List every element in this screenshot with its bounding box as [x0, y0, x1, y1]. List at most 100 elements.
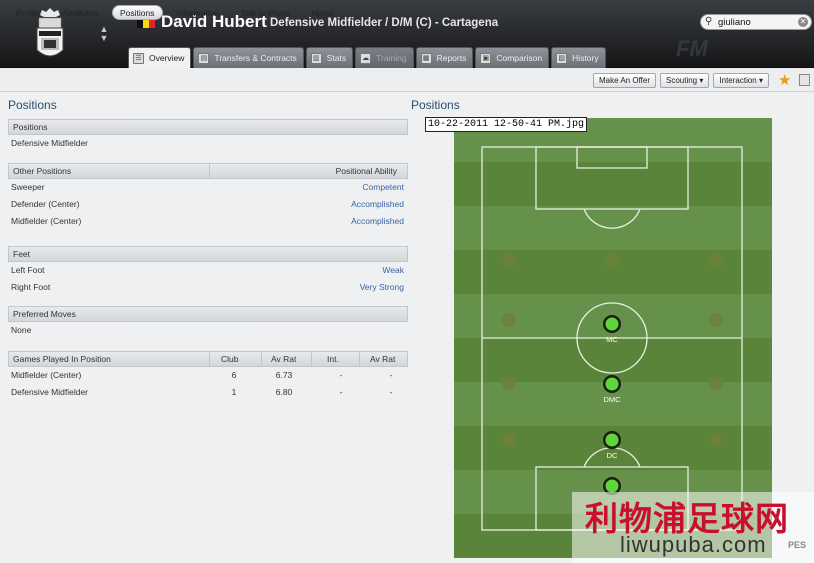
position-spot-inactive[interactable] — [502, 253, 516, 267]
position-spot-inactive[interactable] — [709, 253, 723, 267]
games-header: Games Played In Position Club Av Rat Int… — [8, 351, 408, 367]
column-divider — [209, 352, 210, 366]
history-icon: ▧ — [556, 52, 568, 64]
subnav-notes[interactable]: Notes — [304, 5, 342, 20]
training-icon: ☁ — [360, 52, 372, 64]
games-col-int[interactable]: Int. — [327, 352, 339, 366]
subnav-information[interactable]: Information — [169, 5, 228, 20]
feet-panel: Feet Left Foot Weak Right Foot Very Strong — [8, 246, 408, 296]
position-label-dc: DC — [607, 451, 618, 460]
feet-header: Feet — [8, 246, 408, 262]
image-filename-tag: 10-22-2011 12-50-41 PM.jpg — [425, 117, 588, 132]
other-positions-title: Other Positions — [13, 166, 72, 176]
tab-training[interactable]: ☁ Training — [355, 47, 414, 68]
position-spot-active[interactable] — [605, 317, 619, 331]
position-ability: Accomplished — [351, 216, 404, 226]
reports-icon: ▦ — [420, 52, 432, 64]
feet-list: Left Foot Weak Right Foot Very Strong — [8, 262, 408, 296]
subnav-profile[interactable]: Profile — [8, 5, 48, 20]
position-spot-active[interactable] — [605, 433, 619, 447]
games-row: Midfielder (Center) 6 6.73 - - — [8, 367, 408, 384]
foot-value: Very Strong — [359, 282, 404, 292]
games-col-avrat[interactable]: Av Rat — [271, 352, 296, 366]
chevron-down-icon: ▾ — [758, 76, 763, 85]
pes-watermark: PES — [788, 540, 807, 550]
games-club: 6 — [231, 370, 237, 380]
position-label-dmc: DMC — [603, 395, 621, 404]
tab-comparison[interactable]: ▣ Comparison — [475, 47, 550, 68]
make-offer-button[interactable]: Make An Offer — [593, 73, 656, 88]
column-divider — [359, 352, 360, 366]
position-label-mc: MC — [606, 335, 618, 344]
tab-overview[interactable]: ☰ Overview — [128, 47, 192, 68]
position-name: Midfielder (Center) — [11, 216, 82, 226]
interaction-button[interactable]: Interaction ▾ — [713, 73, 769, 88]
games-int: - — [339, 387, 343, 397]
tab-label: History — [572, 53, 599, 63]
search-icon: ⚲ — [705, 16, 713, 27]
right-section-title: Positions — [411, 98, 460, 112]
subnav-talk-to-press[interactable]: Talk to Press — [233, 5, 298, 20]
position-spot-inactive[interactable] — [709, 433, 723, 447]
clear-search-icon[interactable]: ✕ — [798, 17, 808, 27]
games-col-club[interactable]: Club — [221, 352, 238, 366]
tab-label: Reports — [436, 53, 467, 63]
position-spot-inactive[interactable] — [502, 433, 516, 447]
tab-reports[interactable]: ▦ Reports — [415, 47, 474, 68]
stats-icon: ▥ — [310, 52, 322, 64]
comparison-icon: ▣ — [480, 52, 492, 64]
player-navigation-stepper[interactable]: ▲ ▼ — [98, 25, 110, 47]
subnav-attributes[interactable]: Attributes — [54, 5, 106, 20]
positions-header: Positions — [8, 119, 408, 135]
other-positions-list: Sweeper Competent Defender (Center) Accompl… — [8, 179, 408, 230]
tab-label: Training — [376, 53, 407, 63]
position-spot-active[interactable] — [605, 377, 619, 391]
subnav: Profile Attributes Positions Information Tal… — [8, 5, 342, 20]
tab-transfers-contracts[interactable]: ▤ Transfers & Contracts — [193, 47, 304, 68]
position-name: Defender (Center) — [11, 199, 80, 209]
tab-label: Overview — [149, 53, 185, 63]
search-box[interactable]: ⚲ giuliano ✕ — [700, 14, 812, 30]
natural-position: Defensive Midfielder — [11, 138, 89, 148]
other-positions-header: Other Positions Positional Ability — [8, 163, 408, 179]
position-spot-inactive[interactable] — [709, 376, 723, 390]
foot-name: Left Foot — [11, 265, 45, 275]
header-watermark: FM — [676, 36, 708, 61]
positions-panel: Positions Defensive Midfielder — [8, 119, 408, 152]
games-avrat: 6.80 — [275, 387, 293, 397]
column-divider — [311, 352, 312, 366]
overview-icon: ☰ — [133, 52, 144, 64]
position-spot-inactive[interactable] — [502, 376, 516, 390]
tab-history[interactable]: ▧ History — [551, 47, 606, 68]
tab-label: Transfers & Contracts — [214, 53, 297, 63]
position-ability: Competent — [362, 182, 404, 192]
positional-ability-title[interactable]: Positional Ability — [336, 164, 397, 178]
games-list: Midfielder (Center) 6 6.73- - Defensive Midf… — [8, 367, 408, 401]
tab-stats[interactable]: ▥ Stats — [305, 47, 354, 68]
games-col-position[interactable]: Games Played In Position — [13, 354, 111, 364]
player-tabs: ☰ Overview ▤ Transfers & Contracts ▥ Stats ☁ Tr… — [128, 47, 608, 68]
preferred-moves-panel: Preferred Moves None — [8, 306, 408, 339]
games-int-avrat: - — [389, 387, 393, 397]
games-panel: Games Played In Position Club Av Rat Int… — [8, 351, 408, 401]
games-col-int-avrat[interactable]: Av Rat — [370, 352, 395, 366]
position-spot-active[interactable] — [605, 479, 619, 493]
games-int-avrat: - — [389, 370, 393, 380]
other-position-row: Defender (Center) Accomplished — [8, 196, 408, 213]
search-input[interactable]: giuliano — [718, 17, 751, 28]
position-spot-inactive[interactable] — [502, 313, 516, 327]
page-options-icon[interactable] — [799, 74, 810, 86]
column-divider — [261, 352, 262, 366]
scouting-button[interactable]: Scouting ▾ — [660, 73, 710, 88]
foot-name: Right Foot — [11, 282, 51, 292]
contract-icon: ▤ — [198, 52, 210, 64]
foot-row: Left Foot Weak — [8, 262, 408, 279]
left-section-title: Positions — [8, 98, 57, 112]
subnav-positions[interactable]: Positions — [112, 5, 163, 20]
position-spot-inactive[interactable] — [709, 313, 723, 327]
shortlist-star-icon[interactable]: ★ — [778, 71, 791, 89]
scouting-label: Scouting — [666, 76, 698, 85]
position-spot-inactive[interactable] — [605, 253, 619, 267]
preferred-moves-value: None — [11, 325, 32, 335]
other-position-row: Sweeper Competent — [8, 179, 408, 196]
